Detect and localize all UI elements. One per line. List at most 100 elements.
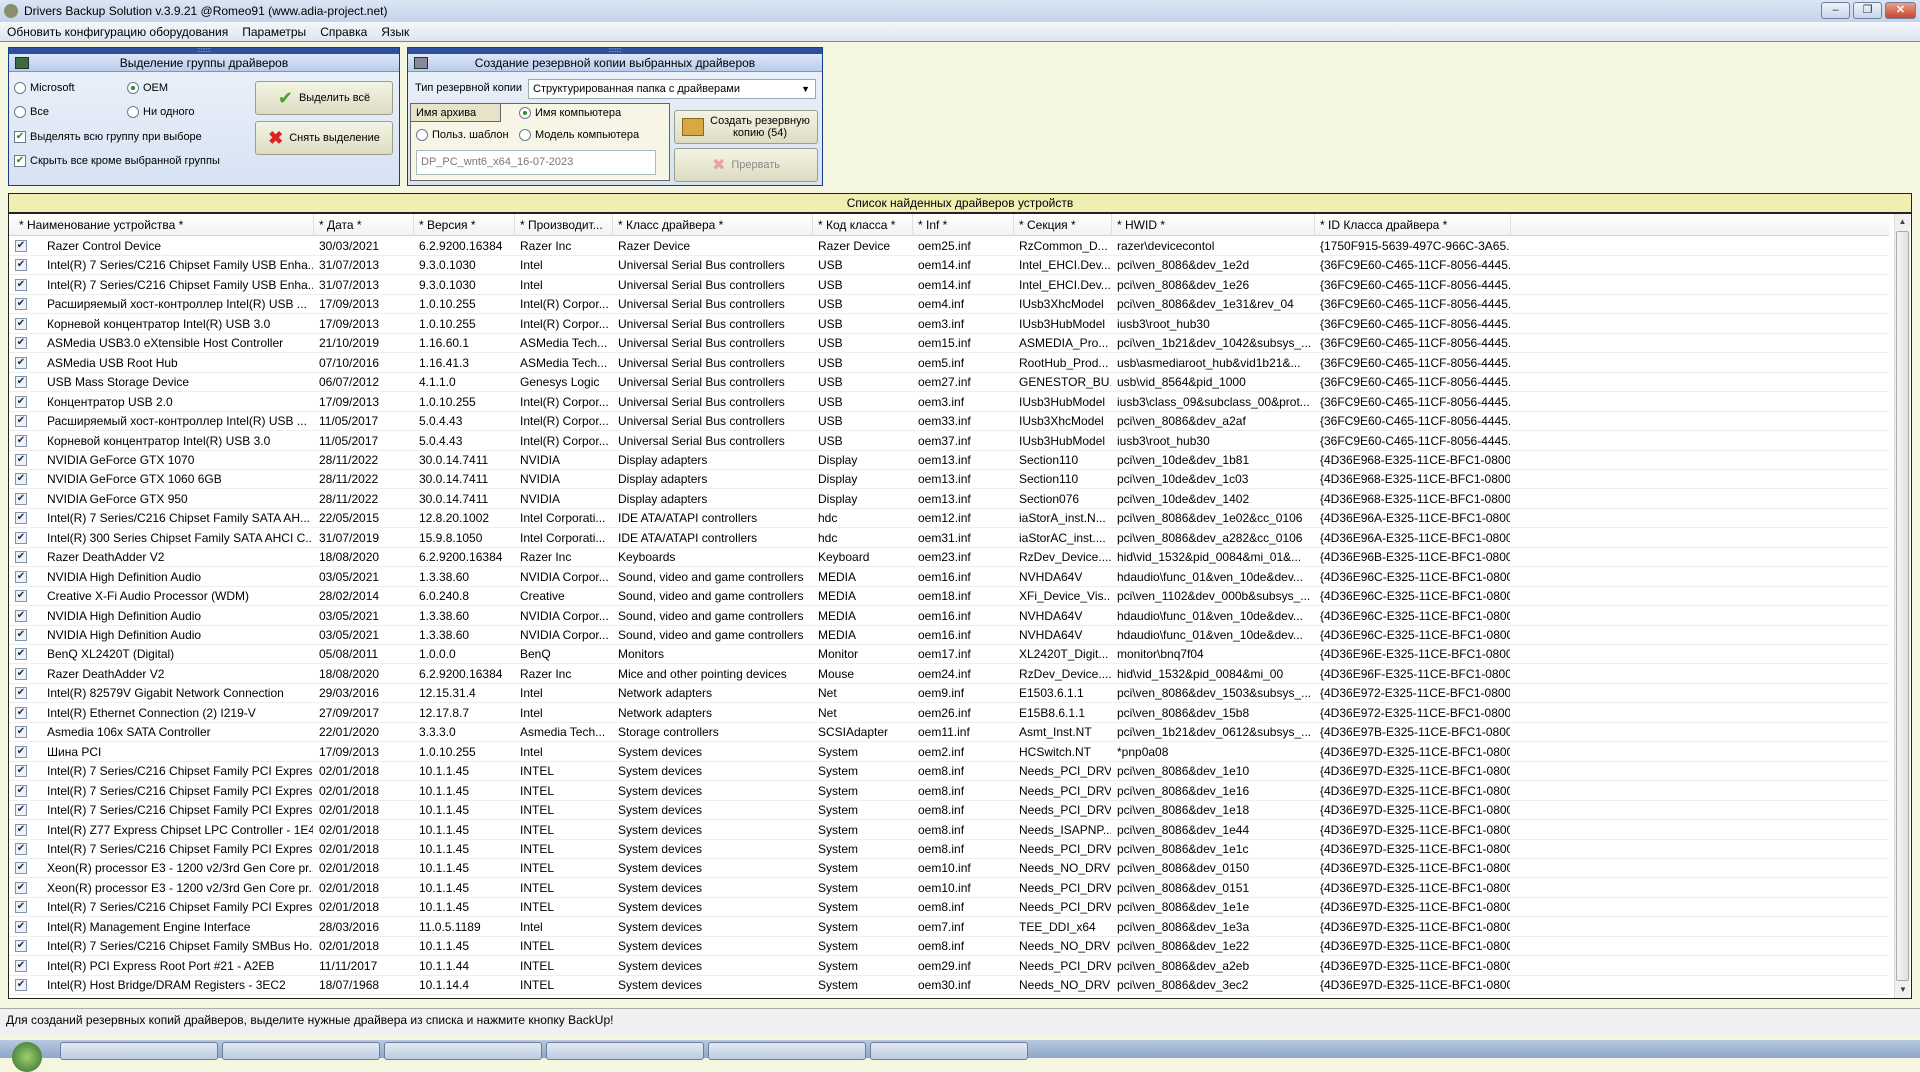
column-header-date[interactable]: * Дата * [314,214,414,236]
table-row[interactable]: ✔Intel(R) 7 Series/C216 Chipset Family U… [9,256,1889,275]
row-checkbox[interactable]: ✔ [15,862,27,874]
radio-computer-model[interactable]: Модель компьютера [519,129,639,141]
taskbar-item[interactable] [708,1042,866,1060]
table-row[interactable]: ✔Intel(R) Ethernet Connection (2) I219-V… [9,704,1889,723]
row-checkbox[interactable]: ✔ [15,707,27,719]
table-row[interactable]: ✔USB Mass Storage Device06/07/20124.1.1.… [9,373,1889,392]
table-row[interactable]: ✔Razer DeathAdder V218/08/20206.2.9200.1… [9,665,1889,684]
row-checkbox[interactable]: ✔ [15,493,27,505]
table-row[interactable]: ✔Xeon(R) processor E3 - 1200 v2/3rd Gen … [9,859,1889,878]
table-row[interactable]: ✔Asmedia 106x SATA Controller22/01/20203… [9,723,1889,742]
table-row[interactable]: ✔Концентратор USB 2.017/09/20131.0.10.25… [9,393,1889,412]
table-row[interactable]: ✔Шина PCI17/09/20131.0.10.255IntelSystem… [9,743,1889,762]
select-all-button[interactable]: ✔Выделить всё [255,81,393,115]
archive-name-input[interactable]: DP_PC_wnt6_x64_16-07-2023 [416,150,656,175]
row-checkbox[interactable]: ✔ [15,610,27,622]
table-row[interactable]: ✔Intel(R) Management Engine Interface28/… [9,918,1889,937]
create-backup-button[interactable]: Создать резервную копию (54) [674,110,818,144]
row-checkbox[interactable]: ✔ [15,979,27,991]
column-header-hwid[interactable]: * HWID * [1112,214,1315,236]
row-checkbox[interactable]: ✔ [15,357,27,369]
row-checkbox[interactable]: ✔ [15,298,27,310]
taskbar-item[interactable] [222,1042,380,1060]
table-row[interactable]: ✔NVIDIA High Definition Audio03/05/20211… [9,607,1889,626]
table-row[interactable]: ✔Intel(R) 7 Series/C216 Chipset Family P… [9,801,1889,820]
vertical-scrollbar[interactable]: ▲ ▼ [1894,214,1910,998]
row-checkbox[interactable]: ✔ [15,240,27,252]
row-checkbox[interactable]: ✔ [15,512,27,524]
row-checkbox[interactable]: ✔ [15,940,27,952]
row-checkbox[interactable]: ✔ [15,921,27,933]
row-checkbox[interactable]: ✔ [15,726,27,738]
row-checkbox[interactable]: ✔ [15,882,27,894]
table-row[interactable]: ✔Расширяемый хост-контроллер Intel(R) US… [9,412,1889,431]
row-checkbox[interactable]: ✔ [15,376,27,388]
taskbar-item[interactable] [870,1042,1028,1060]
table-row[interactable]: ✔Расширяемый хост-контроллер Intel(R) US… [9,295,1889,314]
table-row[interactable]: ✔Intel(R) Host Bridge/DRAM Registers - 3… [9,976,1889,995]
start-button[interactable] [12,1042,42,1072]
table-row[interactable]: ✔Intel(R) Xeon(R) E3 - 1200/1500 v5/6th … [9,996,1889,999]
table-row[interactable]: ✔ASMedia USB Root Hub07/10/20161.16.41.3… [9,354,1889,373]
table-row[interactable]: ✔Корневой концентратор Intel(R) USB 3.01… [9,315,1889,334]
column-header-device-name[interactable]: * Наименование устройства * [14,214,314,236]
table-row[interactable]: ✔NVIDIA GeForce GTX 107028/11/202230.0.1… [9,451,1889,470]
column-header-vendor[interactable]: * Производит... [515,214,613,236]
row-checkbox[interactable]: ✔ [15,843,27,855]
column-header-driver-class[interactable]: * Класс драйвера * [613,214,813,236]
column-header-class-code[interactable]: * Код класса * [813,214,913,236]
table-row[interactable]: ✔Intel(R) 7 Series/C216 Chipset Family S… [9,937,1889,956]
table-row[interactable]: ✔Creative X-Fi Audio Processor (WDM)28/0… [9,587,1889,606]
table-row[interactable]: ✔Корневой концентратор Intel(R) USB 3.01… [9,432,1889,451]
table-row[interactable]: ✔Intel(R) 7 Series/C216 Chipset Family S… [9,509,1889,528]
row-checkbox[interactable]: ✔ [15,668,27,680]
row-checkbox[interactable]: ✔ [15,590,27,602]
checkbox-hide-others[interactable]: ✔Скрыть все кроме выбранной группы [14,155,220,167]
checkbox-select-whole-group[interactable]: ✔Выделять всю группу при выборе [14,131,202,143]
row-checkbox[interactable]: ✔ [15,804,27,816]
table-row[interactable]: ✔Razer Control Device30/03/20216.2.9200.… [9,237,1889,256]
table-row[interactable]: ✔Intel(R) 7 Series/C216 Chipset Family P… [9,898,1889,917]
table-row[interactable]: ✔Intel(R) 82579V Gigabit Network Connect… [9,684,1889,703]
archive-name-tab[interactable]: Имя архива [411,104,501,122]
table-row[interactable]: ✔Intel(R) Z77 Express Chipset LPC Contro… [9,821,1889,840]
deselect-button[interactable]: ✖Снять выделение [255,121,393,155]
table-row[interactable]: ✔Intel(R) 7 Series/C216 Chipset Family U… [9,276,1889,295]
row-checkbox[interactable]: ✔ [15,396,27,408]
radio-microsoft[interactable]: Microsoft [14,82,75,94]
column-header-inf[interactable]: * Inf * [913,214,1014,236]
table-row[interactable]: ✔Intel(R) 7 Series/C216 Chipset Family P… [9,782,1889,801]
row-checkbox[interactable]: ✔ [15,687,27,699]
row-checkbox[interactable]: ✔ [15,746,27,758]
radio-all[interactable]: Все [14,106,49,118]
table-row[interactable]: ✔ASMedia USB3.0 eXtensible Host Controll… [9,334,1889,353]
radio-computer-name[interactable]: Имя компьютера [519,107,621,119]
scroll-up-icon[interactable]: ▲ [1895,214,1910,230]
table-row[interactable]: ✔Intel(R) PCI Express Root Port #21 - A2… [9,957,1889,976]
close-button[interactable]: ✕ [1885,2,1916,19]
menu-parameters[interactable]: Параметры [235,25,313,39]
minimize-button[interactable]: – [1821,2,1850,19]
taskbar-item[interactable] [546,1042,704,1060]
row-checkbox[interactable]: ✔ [15,785,27,797]
table-row[interactable]: ✔BenQ XL2420T (Digital)05/08/20111.0.0.0… [9,645,1889,664]
row-checkbox[interactable]: ✔ [15,279,27,291]
row-checkbox[interactable]: ✔ [15,473,27,485]
radio-custom-template[interactable]: Польз. шаблон [416,129,509,141]
backup-type-select[interactable]: Структурированная папка с драйверами▼ [528,79,816,99]
radio-oem[interactable]: OEM [127,82,168,94]
table-row[interactable]: ✔Intel(R) 300 Series Chipset Family SATA… [9,529,1889,548]
row-checkbox[interactable]: ✔ [15,337,27,349]
row-checkbox[interactable]: ✔ [15,259,27,271]
table-row[interactable]: ✔NVIDIA High Definition Audio03/05/20211… [9,568,1889,587]
row-checkbox[interactable]: ✔ [15,532,27,544]
table-row[interactable]: ✔Xeon(R) processor E3 - 1200 v2/3rd Gen … [9,879,1889,898]
row-checkbox[interactable]: ✔ [15,454,27,466]
menu-help[interactable]: Справка [313,25,374,39]
row-checkbox[interactable]: ✔ [15,629,27,641]
taskbar-item[interactable] [384,1042,542,1060]
menu-language[interactable]: Язык [374,25,416,39]
row-checkbox[interactable]: ✔ [15,824,27,836]
row-checkbox[interactable]: ✔ [15,765,27,777]
scroll-thumb[interactable] [1896,231,1909,981]
